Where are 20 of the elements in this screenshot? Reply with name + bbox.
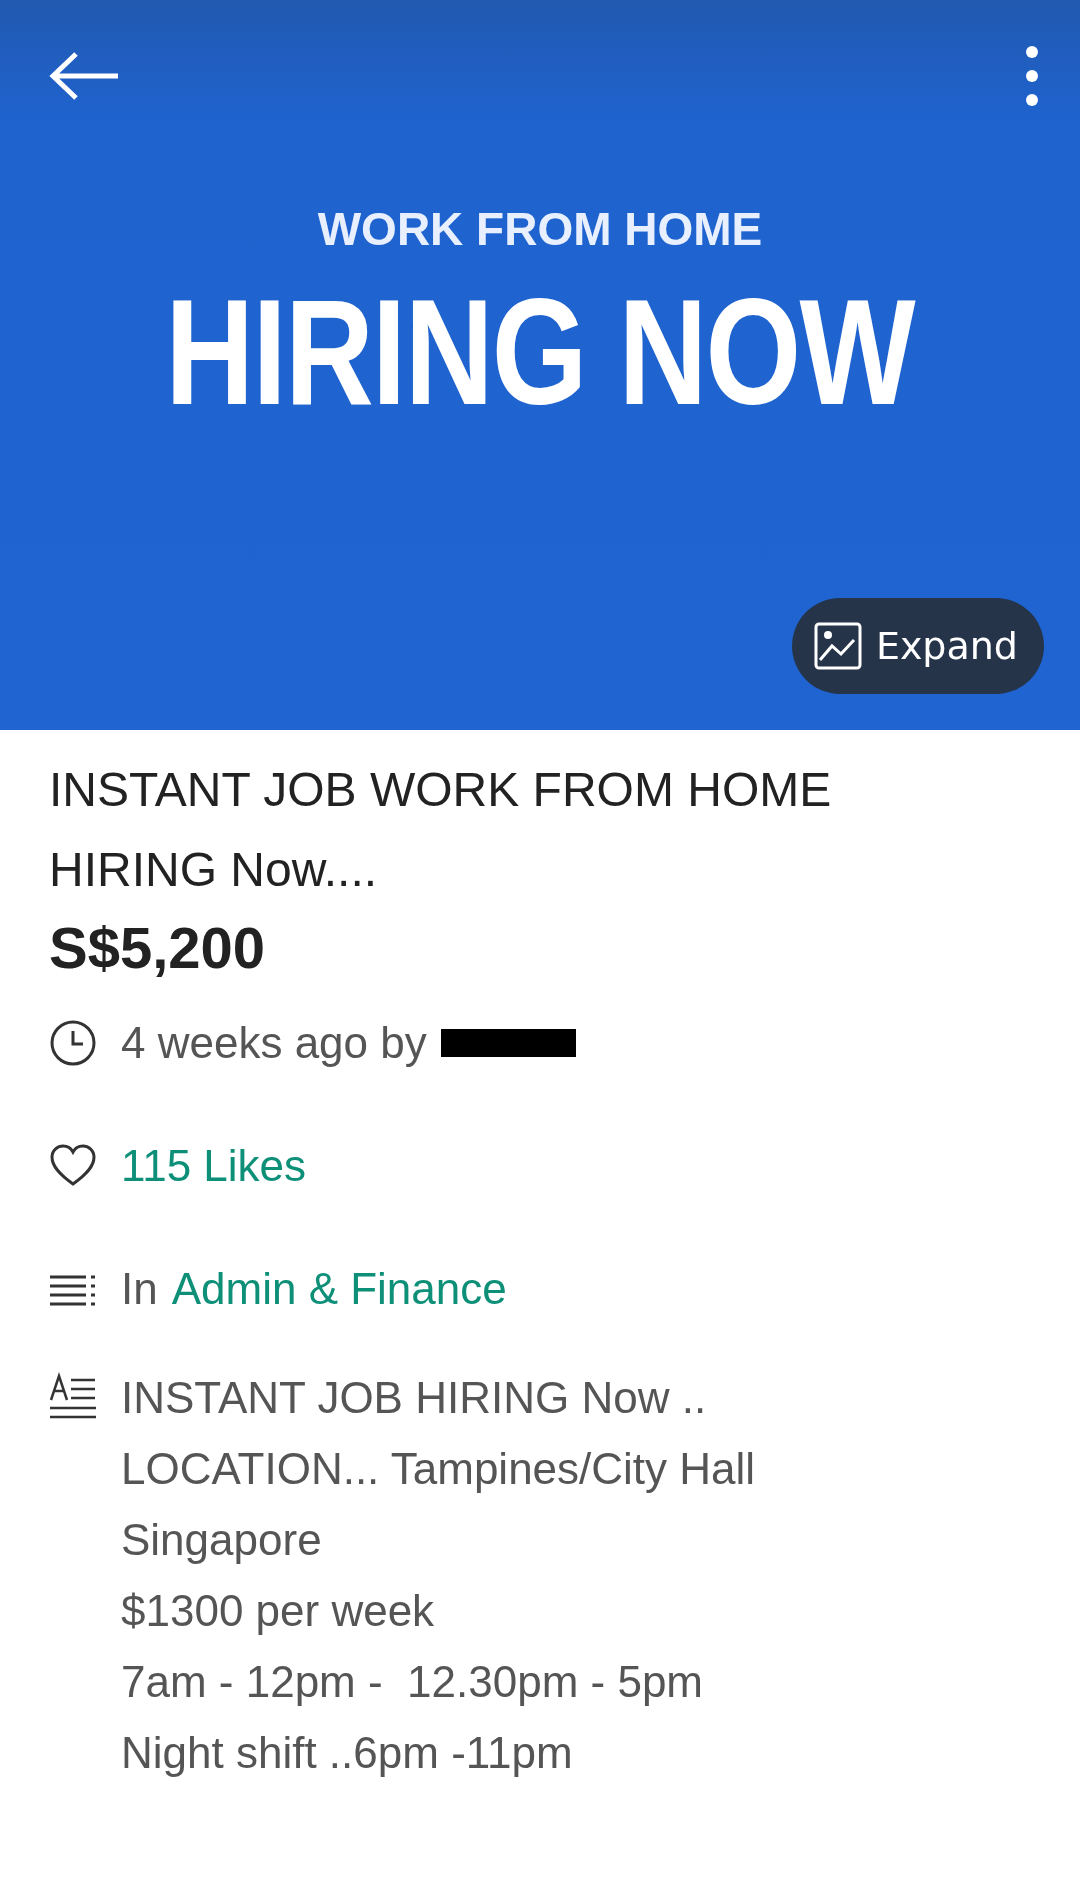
clock-icon (49, 1018, 97, 1067)
description-line: $1300 per week (121, 1585, 436, 1637)
banner-subtitle: WORK FROM HOME (317, 201, 763, 256)
listing-price: S$5,200 (49, 914, 267, 981)
back-icon[interactable] (48, 50, 120, 102)
category-link[interactable]: Admin & Finance (171, 1263, 507, 1314)
image-icon (813, 622, 862, 670)
banner-headline: HIRING NOW (165, 266, 915, 438)
description-line: LOCATION... Tampines/City Hall (121, 1443, 756, 1495)
description-line: 7am - 12pm - 12.30pm - 5pm (121, 1656, 704, 1708)
description-line: Singapore (121, 1514, 323, 1566)
description-line: INSTANT JOB HIRING Now .. (121, 1372, 708, 1424)
description-line: Night shift ..6pm -11pm (121, 1727, 574, 1779)
description-icon (49, 1372, 97, 1420)
meta-text: 4 weeks ago by (121, 1017, 427, 1068)
listing-title: INSTANT JOB WORK FROM HOME HIRING Now.... (49, 762, 833, 898)
meta-text: In (121, 1263, 158, 1314)
more-icon[interactable] (1024, 44, 1040, 108)
likes-link[interactable]: 115 Likes (121, 1140, 307, 1191)
expand-button[interactable]: Expand (791, 598, 1044, 694)
